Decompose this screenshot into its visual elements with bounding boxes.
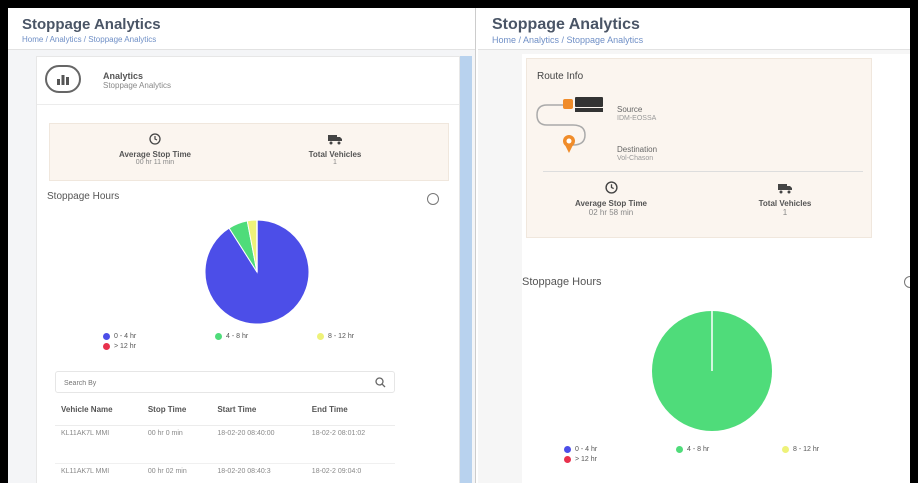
table-cell: 00 hr 02 min xyxy=(141,463,212,483)
destination-label: Destination xyxy=(617,145,658,154)
legend-item[interactable]: 0 - 4 hr xyxy=(564,446,597,453)
source-label: Source xyxy=(617,105,643,114)
legend-swatch xyxy=(564,456,571,463)
search-input[interactable] xyxy=(56,373,356,394)
stoppage-pie-chart xyxy=(652,311,772,431)
right-panel: Stoppage Analytics Home / Analytics / St… xyxy=(478,8,910,483)
clock-icon xyxy=(604,181,618,194)
col-header[interactable]: Stop Time xyxy=(141,395,212,426)
stats-box: Average Stop Time 00 hr 11 min Total Veh… xyxy=(49,123,449,181)
legend-item[interactable]: 0 - 4 hr xyxy=(103,333,136,340)
stoppage-table: Vehicle Name Stop Time Start Time End Ti… xyxy=(55,395,395,483)
table-cell: 18-02-20 08:40:00 xyxy=(211,425,306,464)
legend-swatch xyxy=(103,343,110,350)
page-title: Stoppage Analytics xyxy=(492,16,640,33)
route-card: Route Info Source IDM-EOSSA Destination … xyxy=(522,54,910,483)
legend-swatch xyxy=(676,446,683,453)
legend-label: > 12 hr xyxy=(114,343,136,350)
table-cell: 18-02-2 09:04:0 xyxy=(305,463,395,483)
legend-item[interactable]: 4 - 8 hr xyxy=(215,333,248,340)
table-row[interactable]: KL11AK7L MMI 00 hr 0 min 18-02-20 08:40:… xyxy=(55,425,395,464)
legend-label: 0 - 4 hr xyxy=(114,333,137,340)
legend-label: 4 - 8 hr xyxy=(226,333,249,340)
total-vehicles-label: Total Vehicles xyxy=(308,150,362,159)
left-panel: Stoppage Analytics Home / Analytics / St… xyxy=(8,8,476,483)
total-vehicles-value: 1 xyxy=(333,159,337,166)
scrollbar[interactable] xyxy=(460,56,472,483)
analytics-title: Analytics xyxy=(103,71,144,81)
legend-swatch xyxy=(103,333,110,340)
truck-icon xyxy=(778,184,792,194)
analytics-subtitle: Stoppage Analytics xyxy=(103,81,172,90)
avg-stop-stat: Average Stop Time 00 hr 11 min xyxy=(100,132,210,166)
stoppage-hours-title: Stoppage Hours xyxy=(522,276,602,288)
legend-item[interactable]: > 12 hr xyxy=(564,456,597,463)
avg-stop-label: Average Stop Time xyxy=(118,150,192,159)
info-icon[interactable] xyxy=(427,193,439,205)
page-title: Stoppage Analytics xyxy=(22,16,161,33)
col-header[interactable]: Vehicle Name xyxy=(55,395,142,426)
table-row[interactable]: KL11AK7L MMI 00 hr 02 min 18-02-20 08:40… xyxy=(55,463,395,483)
legend-label: 0 - 4 hr xyxy=(575,446,598,453)
route-info-box: Route Info Source IDM-EOSSA Destination … xyxy=(526,58,872,238)
legend-swatch xyxy=(317,333,324,340)
avg-stop-value: 02 hr 58 min xyxy=(588,208,634,217)
analytics-card: Analytics Stoppage Analytics Average Sto… xyxy=(36,56,460,483)
col-header[interactable]: End Time xyxy=(305,395,395,426)
legend-label: 8 - 12 hr xyxy=(328,333,355,340)
analytics-header: Analytics Stoppage Analytics xyxy=(37,57,459,105)
legend-label: 8 - 12 hr xyxy=(793,446,820,453)
truck-icon xyxy=(328,135,342,145)
legend-label: > 12 hr xyxy=(575,456,597,463)
col-header[interactable]: Start Time xyxy=(211,395,306,426)
stoppage-hours-title: Stoppage Hours xyxy=(47,191,120,202)
avg-stop-value: 00 hr 11 min xyxy=(135,159,175,166)
legend-item[interactable]: 8 - 12 hr xyxy=(317,333,354,340)
page-header: Stoppage Analytics Home / Analytics / St… xyxy=(478,8,910,50)
avg-stop-stat: Average Stop Time 02 hr 58 min xyxy=(541,181,681,217)
source-value: IDM-EOSSA xyxy=(617,115,657,122)
total-vehicles-value: 1 xyxy=(782,208,788,217)
legend-item[interactable]: 4 - 8 hr xyxy=(676,446,709,453)
route-path-icon xyxy=(536,97,603,153)
table-cell: 00 hr 0 min xyxy=(141,425,212,464)
route-info-title: Route Info xyxy=(537,71,584,82)
legend-item[interactable]: > 12 hr xyxy=(103,343,136,350)
avg-stop-label: Average Stop Time xyxy=(574,199,648,208)
table-cell: KL11AK7L MMI xyxy=(55,425,142,464)
breadcrumb[interactable]: Home / Analytics / Stoppage Analytics xyxy=(492,35,643,45)
table-header-row: Vehicle Name Stop Time Start Time End Ti… xyxy=(55,395,395,426)
total-vehicles-stat: Total Vehicles 1 xyxy=(280,132,390,166)
table-cell: 18-02-20 08:40:3 xyxy=(211,463,306,483)
page-header: Stoppage Analytics Home / Analytics / St… xyxy=(8,8,475,50)
legend-swatch xyxy=(782,446,789,453)
search-icon[interactable] xyxy=(375,377,386,388)
search-box xyxy=(55,371,395,394)
total-vehicles-label: Total Vehicles xyxy=(758,199,812,208)
legend-swatch xyxy=(215,333,222,340)
stoppage-pie-chart xyxy=(204,219,310,325)
destination-value: Vol-Chason xyxy=(617,155,654,162)
total-vehicles-stat: Total Vehicles 1 xyxy=(715,181,855,217)
legend-swatch xyxy=(564,446,571,453)
table-cell: KL11AK7L MMI xyxy=(55,463,142,483)
divider xyxy=(543,171,863,172)
table-cell: 18-02-2 08:01:02 xyxy=(305,425,395,464)
breadcrumb[interactable]: Home / Analytics / Stoppage Analytics xyxy=(22,35,156,44)
legend-label: 4 - 8 hr xyxy=(687,446,710,453)
bar-chart-icon xyxy=(45,65,81,93)
legend-item[interactable]: 8 - 12 hr xyxy=(782,446,819,453)
screenshot-frame: Stoppage Analytics Home / Analytics / St… xyxy=(8,8,910,483)
info-icon[interactable] xyxy=(904,276,910,288)
clock-icon xyxy=(149,133,161,145)
